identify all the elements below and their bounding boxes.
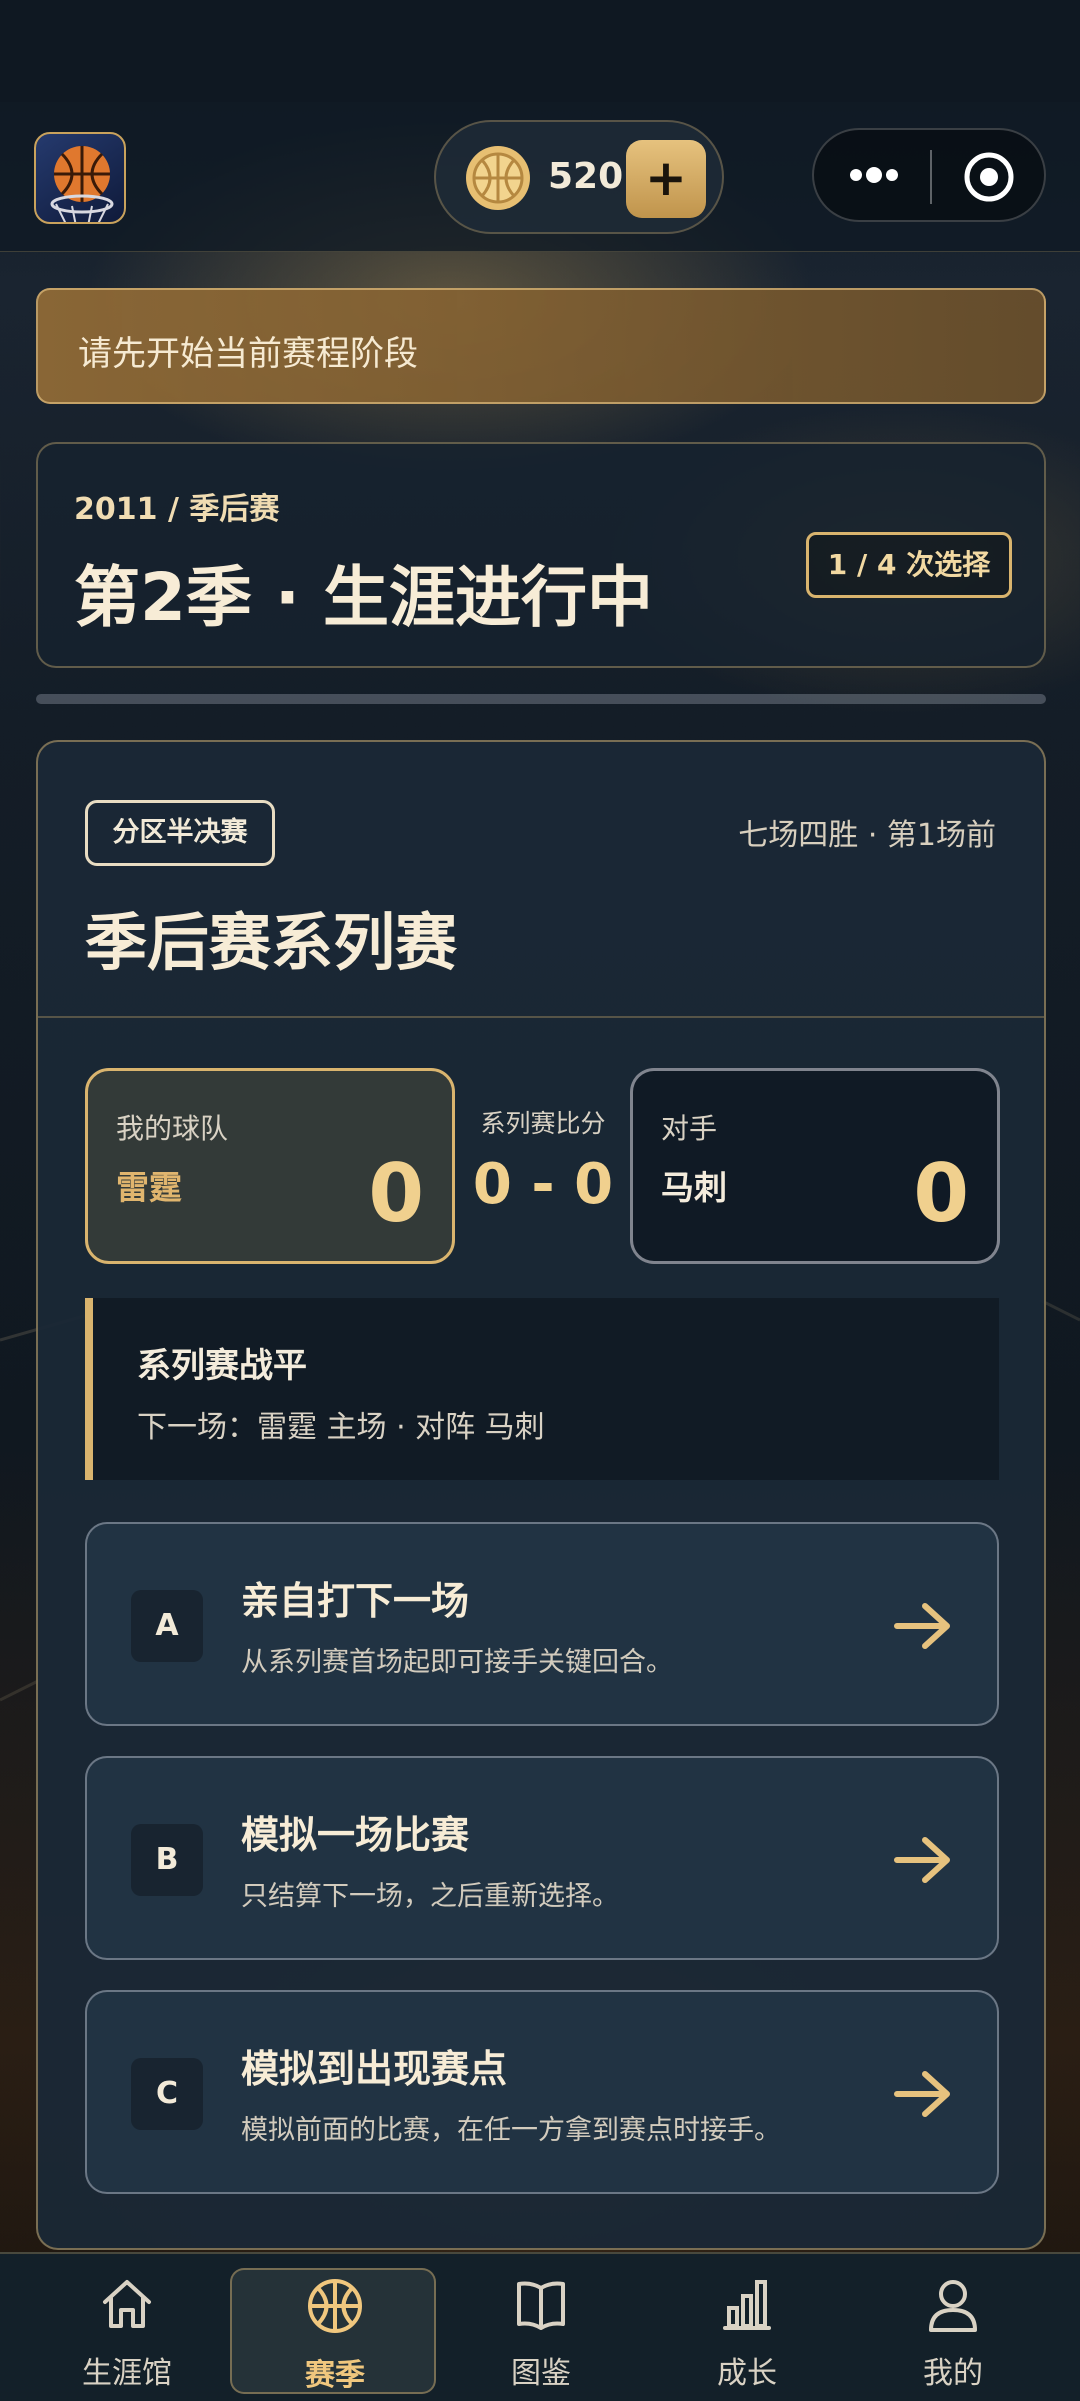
add-coins-button[interactable]: + bbox=[626, 140, 706, 218]
status-bar bbox=[0, 0, 1080, 102]
basketball-icon bbox=[308, 2279, 362, 2333]
option-letter: B bbox=[131, 1824, 203, 1896]
nav-profile[interactable]: 我的 bbox=[850, 2254, 1056, 2401]
nav-season[interactable]: 赛季 bbox=[230, 2268, 436, 2394]
arrow-right-icon bbox=[894, 2071, 950, 2117]
opponent-score: 0 bbox=[913, 1147, 969, 1240]
round-badge: 分区半决赛 bbox=[85, 800, 275, 866]
notice-text: 请先开始当前赛程阶段 bbox=[78, 334, 418, 374]
nav-label: 赛季 bbox=[305, 2358, 365, 2393]
series-card: 分区半决赛 七场四胜 · 第1场前 季后赛系列赛 我的球队 雷霆 0 系列赛比分… bbox=[36, 740, 1046, 2250]
card-divider bbox=[38, 1016, 1044, 1018]
option-title: 亲自打下一场 bbox=[241, 1579, 470, 1623]
nav-label: 图鉴 bbox=[511, 2356, 571, 2391]
home-icon bbox=[103, 2280, 151, 2328]
close-target-icon[interactable] bbox=[962, 150, 1016, 204]
option-letter: C bbox=[131, 2058, 203, 2130]
opponent-box: 对手 马刺 0 bbox=[630, 1068, 1000, 1264]
option-simulate-one[interactable]: B 模拟一场比赛 只结算下一场，之后重新选择。 bbox=[85, 1756, 999, 1960]
coin-balance: 520 + bbox=[434, 120, 724, 234]
my-team-name: 雷霆 bbox=[116, 1168, 182, 1207]
season-title: 第2季 · 生涯进行中 bbox=[74, 559, 653, 636]
opponent-caption: 对手 bbox=[661, 1112, 718, 1145]
option-letter: A bbox=[131, 1590, 203, 1662]
bar-chart-icon bbox=[723, 2280, 771, 2330]
my-team-score: 0 bbox=[368, 1147, 424, 1240]
series-score: 0 - 0 bbox=[472, 1152, 614, 1217]
nav-career-hall[interactable]: 生涯馆 bbox=[24, 2254, 230, 2401]
nav-collection[interactable]: 图鉴 bbox=[438, 2254, 644, 2401]
series-score-caption: 系列赛比分 bbox=[480, 1109, 606, 1138]
my-team-caption: 我的球队 bbox=[116, 1112, 229, 1145]
notice-banner: 请先开始当前赛程阶段 bbox=[36, 288, 1046, 404]
top-bar: 520 + bbox=[0, 102, 1080, 252]
app-logo[interactable] bbox=[34, 132, 126, 224]
nav-label: 生涯馆 bbox=[82, 2356, 172, 2391]
option-description: 模拟前面的比赛，在任一方拿到赛点时接手。 bbox=[241, 2115, 781, 2146]
capsule-divider bbox=[930, 150, 932, 204]
opponent-name: 马刺 bbox=[661, 1168, 727, 1207]
nav-label: 我的 bbox=[923, 2356, 983, 2391]
season-card: 2011 / 季后赛 第2季 · 生涯进行中 1 / 4 次选择 bbox=[36, 442, 1046, 668]
user-icon bbox=[929, 2280, 977, 2332]
coin-value: 520 bbox=[548, 156, 624, 197]
arrow-right-icon bbox=[894, 1603, 950, 1649]
option-description: 从系列赛首场起即可接手关键回合。 bbox=[241, 1647, 673, 1678]
more-icon[interactable] bbox=[844, 152, 904, 198]
option-play-next[interactable]: A 亲自打下一场 从系列赛首场起即可接手关键回合。 bbox=[85, 1522, 999, 1726]
nav-label: 成长 bbox=[717, 2356, 777, 2391]
series-status-subtitle: 下一场：雷霆 主场 · 对阵 马刺 bbox=[137, 1410, 545, 1445]
mini-program-capsule bbox=[812, 128, 1046, 222]
option-description: 只结算下一场，之后重新选择。 bbox=[241, 1881, 619, 1912]
series-title: 季后赛系列赛 bbox=[85, 906, 458, 979]
my-team-box: 我的球队 雷霆 0 bbox=[85, 1068, 455, 1264]
choice-count-badge: 1 / 4 次选择 bbox=[806, 532, 1012, 598]
nav-growth[interactable]: 成长 bbox=[644, 2254, 850, 2401]
basketball-hoop-icon bbox=[50, 146, 114, 222]
series-status: 系列赛战平 下一场：雷霆 主场 · 对阵 马刺 bbox=[85, 1298, 999, 1480]
season-progress-bar bbox=[36, 694, 1046, 704]
season-subtitle: 2011 / 季后赛 bbox=[74, 492, 280, 527]
bottom-nav: 生涯馆 赛季 图鉴 成长 我的 bbox=[0, 2252, 1080, 2401]
option-title: 模拟到出现赛点 bbox=[241, 2047, 508, 2091]
option-title: 模拟一场比赛 bbox=[241, 1813, 470, 1857]
book-icon bbox=[517, 2281, 565, 2330]
option-simulate-to-match-point[interactable]: C 模拟到出现赛点 模拟前面的比赛，在任一方拿到赛点时接手。 bbox=[85, 1990, 999, 2194]
series-status-title: 系列赛战平 bbox=[137, 1346, 307, 1386]
coin-icon bbox=[466, 146, 530, 210]
arrow-right-icon bbox=[894, 1837, 950, 1883]
series-format: 七场四胜 · 第1场前 bbox=[738, 818, 996, 853]
